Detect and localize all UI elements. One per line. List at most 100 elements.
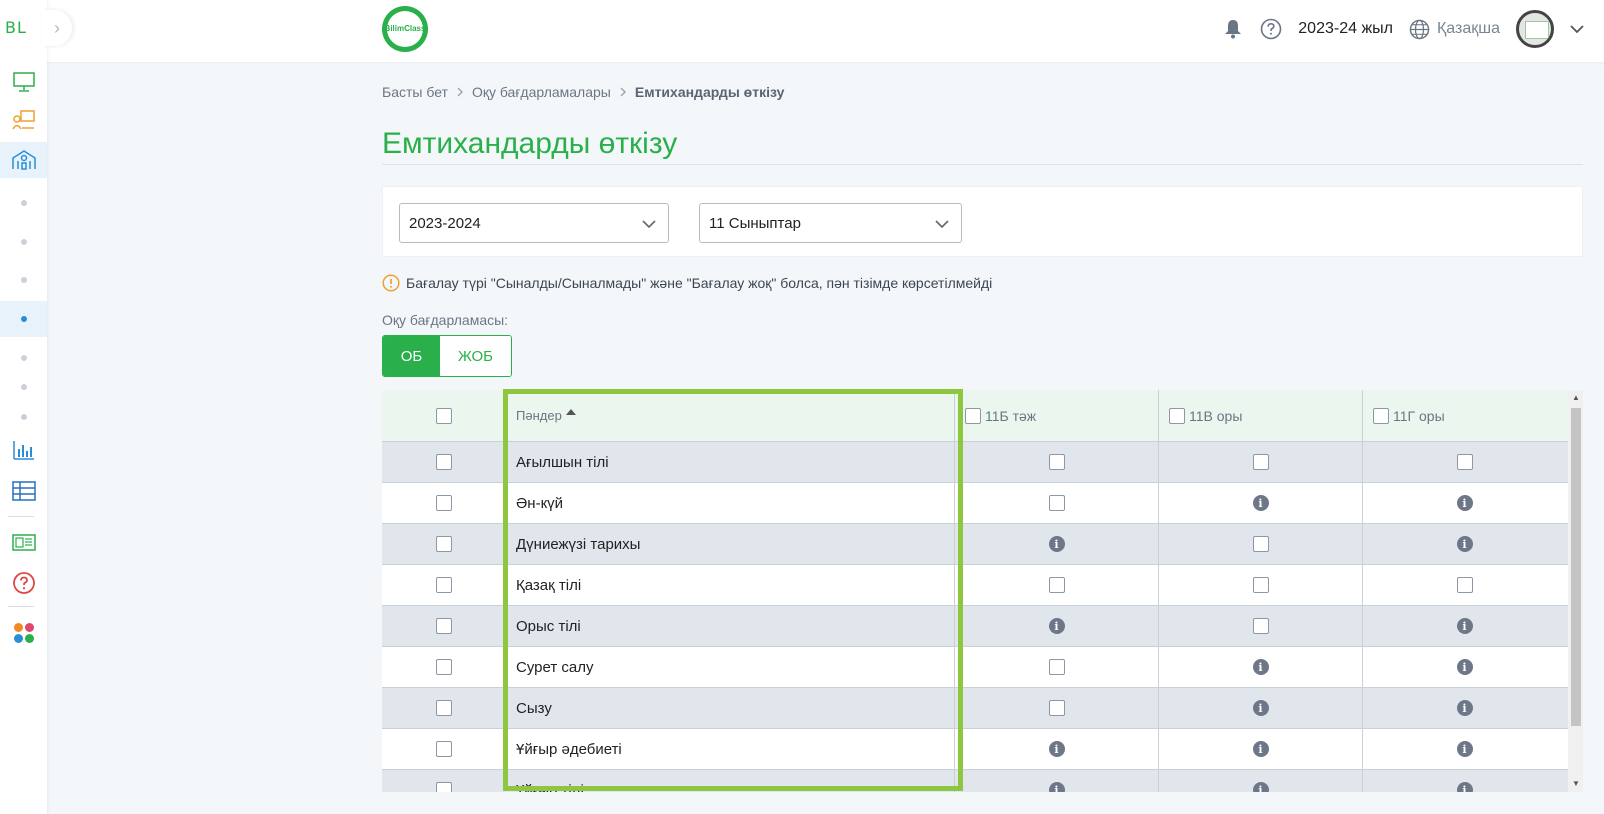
info-icon[interactable]: i: [1252, 782, 1269, 792]
sidebar-subitem-7[interactable]: [0, 399, 47, 435]
info-icon[interactable]: i: [1048, 782, 1065, 792]
class-exam-checkbox[interactable]: [1048, 495, 1065, 511]
info-icon[interactable]: i: [1456, 782, 1473, 792]
sidebar-item-apps[interactable]: [0, 615, 47, 651]
class-exam-checkbox[interactable]: [1252, 536, 1269, 552]
sidebar-subitem-3[interactable]: [0, 262, 47, 298]
scroll-down-icon[interactable]: ▼: [1572, 779, 1580, 788]
row-checkbox[interactable]: [436, 495, 452, 511]
class-cell: i: [1158, 688, 1362, 728]
dot-icon: [20, 384, 27, 390]
class-select-value: 11 Сыныптар: [709, 214, 801, 232]
class-cell: [1158, 442, 1362, 482]
avatar[interactable]: [1516, 10, 1554, 48]
info-icon[interactable]: i: [1456, 700, 1473, 716]
class-header-label: 11Б тәж: [985, 407, 1037, 424]
row-checkbox[interactable]: [436, 700, 452, 716]
header-actions: 2023-24 жыл Қазақша: [1222, 0, 1604, 58]
row-select-cell: [382, 483, 506, 523]
language-globe[interactable]: [1409, 18, 1431, 40]
class-cell: i: [1158, 729, 1362, 769]
program-option-ob[interactable]: ОБ: [383, 336, 440, 376]
class-exam-checkbox[interactable]: [1252, 454, 1269, 470]
table-row: Орыс тілі i i: [382, 606, 1568, 647]
sidebar-item-school[interactable]: [0, 142, 47, 178]
academic-year[interactable]: 2023-24 жыл: [1298, 20, 1393, 38]
select-all-checkbox[interactable]: [436, 407, 452, 424]
table-scrollbar[interactable]: ▲ ▼: [1568, 390, 1583, 792]
class-cell: i: [1158, 647, 1362, 687]
row-checkbox[interactable]: [436, 659, 452, 675]
sidebar-item-table[interactable]: [0, 473, 47, 509]
info-icon[interactable]: i: [1252, 700, 1269, 716]
class-exam-checkbox[interactable]: [1048, 454, 1065, 470]
year-select[interactable]: 2023-2024: [399, 203, 669, 243]
row-checkbox[interactable]: [436, 618, 452, 634]
info-icon[interactable]: i: [1252, 659, 1269, 675]
row-checkbox[interactable]: [436, 741, 452, 757]
row-select-cell: [382, 647, 506, 687]
scroll-up-icon[interactable]: ▲: [1572, 393, 1580, 402]
class-column-checkbox[interactable]: [965, 407, 981, 424]
class-exam-checkbox[interactable]: [1456, 577, 1473, 593]
info-icon[interactable]: i: [1252, 741, 1269, 757]
help-button[interactable]: [1260, 18, 1282, 40]
info-icon[interactable]: i: [1456, 618, 1473, 634]
dot-icon: [20, 414, 27, 420]
table-row: Ұйғыр тілі i i i: [382, 770, 1568, 792]
class-select[interactable]: 11 Сыныптар: [699, 203, 962, 243]
chevron-down-icon[interactable]: [1566, 22, 1588, 36]
sidebar-logo[interactable]: BL: [5, 18, 27, 37]
breadcrumb-home[interactable]: Басты бет: [382, 84, 448, 100]
sidebar-item-help[interactable]: [0, 565, 47, 601]
breadcrumb: Басты бет Оқу бағдарламалары Емтихандард…: [382, 84, 784, 100]
sidebar-item-dashboard[interactable]: [0, 64, 47, 100]
info-icon[interactable]: i: [1456, 659, 1473, 675]
class-column-checkbox[interactable]: [1169, 407, 1185, 424]
program-option-zhob[interactable]: ЖОБ: [440, 336, 511, 376]
class-exam-checkbox[interactable]: [1048, 700, 1065, 716]
scroll-thumb[interactable]: [1571, 408, 1581, 726]
notifications-button[interactable]: [1222, 18, 1244, 40]
row-checkbox[interactable]: [436, 577, 452, 593]
bilimclass-logo[interactable]: Bilim Class: [382, 6, 428, 52]
sidebar-item-reports[interactable]: [0, 432, 47, 468]
sidebar-subitem-4[interactable]: [0, 301, 47, 337]
table-header-row: Пәндер 11Б тәж 11В оры 11Г оры: [382, 390, 1568, 442]
class-cell: i: [1158, 770, 1362, 792]
class-exam-checkbox[interactable]: [1252, 577, 1269, 593]
chevron-down-icon: [642, 220, 656, 229]
class-exam-checkbox[interactable]: [1048, 659, 1065, 675]
info-icon[interactable]: i: [1048, 741, 1065, 757]
info-icon[interactable]: i: [1456, 741, 1473, 757]
sidebar-subitem-2[interactable]: [0, 224, 47, 260]
info-icon[interactable]: i: [1048, 618, 1065, 634]
journal-icon: [11, 534, 36, 551]
subjects-column-header[interactable]: Пәндер: [506, 390, 954, 441]
class-column-checkbox[interactable]: [1373, 407, 1389, 424]
school-icon: [11, 150, 36, 170]
row-checkbox[interactable]: [436, 454, 452, 470]
notice-text: Бағалау түрі "Сыналды/Сыналмады" және "Б…: [406, 275, 993, 291]
row-checkbox[interactable]: [436, 536, 452, 552]
info-icon[interactable]: i: [1456, 495, 1473, 511]
class-cell: i: [954, 770, 1158, 792]
class-header-label: 11В оры: [1189, 407, 1243, 424]
table-row: Дүниежүзі тарихы i i: [382, 524, 1568, 565]
table-row: Сызу i i: [382, 688, 1568, 729]
table-icon: [11, 481, 36, 501]
info-icon[interactable]: i: [1048, 536, 1065, 552]
sidebar-item-journal[interactable]: [0, 525, 47, 561]
info-icon[interactable]: i: [1456, 536, 1473, 552]
class-cell: i: [1362, 524, 1566, 564]
class-cell: [1158, 524, 1362, 564]
sidebar-subitem-1[interactable]: [0, 185, 47, 221]
row-checkbox[interactable]: [436, 782, 452, 792]
info-icon[interactable]: i: [1252, 495, 1269, 511]
class-exam-checkbox[interactable]: [1252, 618, 1269, 634]
sidebar-item-classroom[interactable]: [0, 102, 47, 138]
language-selector[interactable]: Қазақша: [1437, 20, 1500, 38]
breadcrumb-programs[interactable]: Оқу бағдарламалары: [472, 84, 611, 100]
class-exam-checkbox[interactable]: [1048, 577, 1065, 593]
class-exam-checkbox[interactable]: [1456, 454, 1473, 470]
